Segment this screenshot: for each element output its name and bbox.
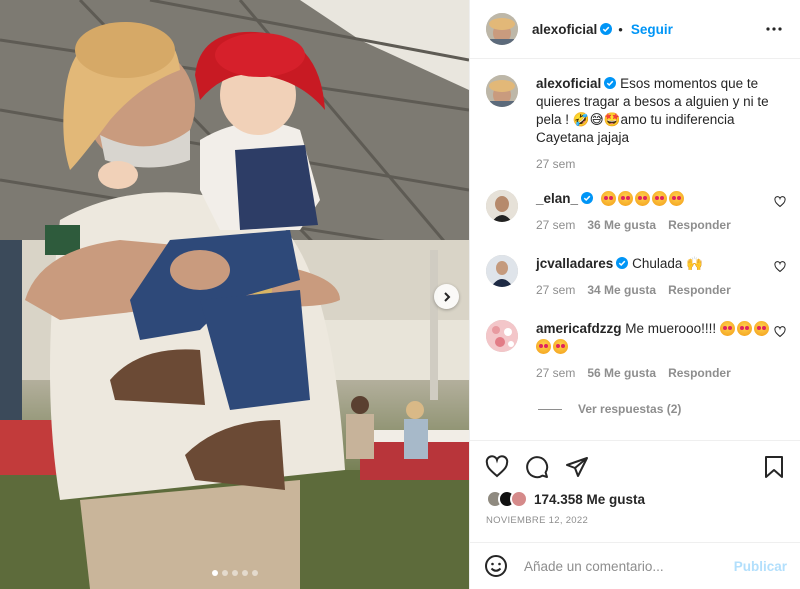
carousel-dot (211, 570, 218, 576)
reply-button[interactable]: Responder (668, 364, 731, 382)
post-date[interactable]: NOVIEMBRE 12, 2022 (470, 515, 800, 526)
liker-avatars (486, 490, 528, 508)
comment-text: Me muerooo!!!! (625, 321, 717, 336)
save-button[interactable] (761, 454, 787, 480)
author-username[interactable]: alexoficial (532, 22, 597, 37)
like-comment-heart-icon[interactable] (774, 196, 786, 208)
publish-button[interactable]: Publicar (734, 559, 787, 574)
avatar (510, 490, 528, 508)
comment-row: _elan_ 27 sem 36 Me gusta Responder (486, 190, 786, 234)
carousel-dot (241, 570, 248, 576)
verified-badge-icon (581, 192, 594, 204)
avatar[interactable] (486, 255, 518, 287)
avatar[interactable] (486, 13, 518, 45)
add-comment-bar: Publicar (470, 542, 800, 589)
reply-button[interactable]: Responder (668, 216, 731, 234)
verified-badge-icon (600, 23, 613, 35)
photo-illustration (0, 0, 469, 589)
comment-likes[interactable]: 34 Me gusta (587, 281, 656, 299)
caption-time[interactable]: 27 sem (536, 155, 575, 173)
comment-input[interactable] (524, 558, 734, 574)
comment-row: jcvalladares Chulada 🙌 27 sem 34 Me gust… (486, 255, 786, 299)
carousel-dot (251, 570, 258, 576)
heart-eyes-emoji-row (600, 191, 686, 206)
like-comment-heart-icon[interactable] (774, 261, 786, 273)
separator-dot: • (618, 21, 623, 37)
post-actions: 174.358 Me gusta NOVIEMBRE 12, 2022 (470, 440, 800, 526)
view-replies-button[interactable]: Ver respuestas (2) (538, 402, 681, 416)
comment-username[interactable]: _elan_ (536, 191, 578, 206)
caption-username[interactable]: alexoficial (536, 76, 601, 91)
emoji-smile-icon[interactable] (484, 554, 508, 578)
verified-badge-icon (604, 77, 617, 89)
share-button[interactable] (564, 454, 590, 480)
comment-bubble-icon (526, 456, 549, 479)
comment-text: Chulada 🙌 (632, 256, 703, 271)
carousel-dot (221, 570, 228, 576)
more-horizontal-icon (766, 27, 782, 31)
likes-summary[interactable]: 174.358 Me gusta (470, 489, 800, 509)
replies-divider (538, 408, 562, 410)
post-photo[interactable] (0, 0, 469, 589)
comment-row: americafdzzg Me muerooo!!!! 27 sem 56 Me… (486, 320, 786, 382)
follow-button[interactable]: Seguir (631, 22, 673, 37)
comment-time[interactable]: 27 sem (536, 216, 575, 234)
chevron-right-icon (443, 291, 450, 302)
next-slide-button[interactable] (434, 284, 459, 309)
avatar[interactable] (486, 190, 518, 222)
comments-list[interactable]: alexoficial Esos momentos que te quieres… (470, 59, 800, 439)
bookmark-icon (765, 456, 783, 478)
comment-time[interactable]: 27 sem (536, 281, 575, 299)
post-header: alexoficial • Seguir (470, 0, 800, 59)
like-button[interactable] (484, 454, 510, 480)
carousel-indicator (0, 570, 469, 576)
more-options-button[interactable] (762, 17, 786, 41)
avatar[interactable] (486, 75, 518, 107)
like-comment-heart-icon[interactable] (774, 326, 786, 338)
heart-icon (485, 455, 509, 478)
carousel-dot (231, 570, 238, 576)
comment-username[interactable]: jcvalladares (536, 256, 613, 271)
paper-plane-icon (566, 457, 588, 477)
avatar[interactable] (486, 320, 518, 352)
verified-badge-icon (616, 257, 629, 269)
view-replies-label: Ver respuestas (2) (578, 402, 682, 416)
comment-button[interactable] (524, 454, 550, 480)
comment-username[interactable]: americafdzzg (536, 321, 622, 336)
reply-button[interactable]: Responder (668, 281, 731, 299)
post-side-panel: alexoficial • Seguir alexoficial Esos mo… (469, 0, 800, 589)
comment-likes[interactable]: 36 Me gusta (587, 216, 656, 234)
caption: alexoficial Esos momentos que te quieres… (486, 75, 786, 173)
likes-count[interactable]: 174.358 Me gusta (534, 492, 645, 507)
comment-time[interactable]: 27 sem (536, 364, 575, 382)
comment-likes[interactable]: 56 Me gusta (587, 364, 656, 382)
